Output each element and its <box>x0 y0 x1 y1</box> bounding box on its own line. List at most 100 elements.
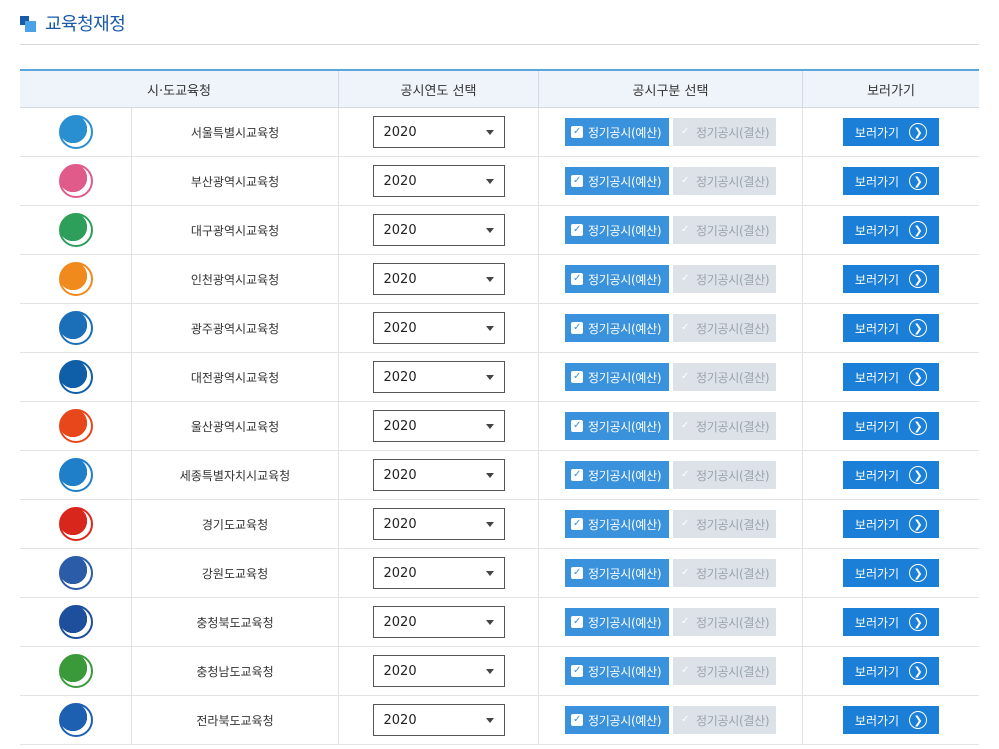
checkmark-icon: ✓ <box>571 273 583 285</box>
arrow-right-circle-icon: ❯ <box>909 711 928 729</box>
settlement-checkbox[interactable]: ✓ 정기공시(결산) <box>673 118 776 146</box>
caret-down-icon <box>485 129 494 135</box>
year-select[interactable]: 2020 <box>372 704 505 736</box>
budget-checkbox[interactable]: ✓ 정기공시(예산) <box>565 559 669 587</box>
go-button[interactable]: 보러가기 ❯ <box>843 265 939 293</box>
caret-down-icon <box>485 570 494 576</box>
type-cell: ✓ 정기공시(예산) ✓ 정기공시(결산) <box>539 304 803 352</box>
header-type: 공시구분 선택 <box>539 71 803 107</box>
settlement-checkbox[interactable]: ✓ 정기공시(결산) <box>673 706 776 734</box>
year-select[interactable]: 2020 <box>372 361 505 393</box>
checkmark-icon: ✓ <box>680 175 690 186</box>
go-button[interactable]: 보러가기 ❯ <box>843 706 939 734</box>
type-cell: ✓ 정기공시(예산) ✓ 정기공시(결산) <box>539 108 803 156</box>
budget-label: 정기공시(예산) <box>588 321 662 336</box>
jeonbuk-edu-logo-icon <box>58 703 93 737</box>
caret-down-icon <box>485 619 494 625</box>
year-select[interactable]: 2020 <box>372 214 505 246</box>
go-button[interactable]: 보러가기 ❯ <box>843 510 939 538</box>
checkmark-icon: ✓ <box>680 714 690 725</box>
budget-checkbox[interactable]: ✓ 정기공시(예산) <box>565 608 669 636</box>
settlement-label: 정기공시(결산) <box>696 125 770 140</box>
settlement-checkbox[interactable]: ✓ 정기공시(결산) <box>673 559 776 587</box>
section-header: 교육청재정 <box>20 8 979 45</box>
settlement-checkbox[interactable]: ✓ 정기공시(결산) <box>673 314 776 342</box>
go-button[interactable]: 보러가기 ❯ <box>843 608 939 636</box>
budget-checkbox[interactable]: ✓ 정기공시(예산) <box>565 216 669 244</box>
checkmark-icon: ✓ <box>571 567 583 579</box>
type-cell: ✓ 정기공시(예산) ✓ 정기공시(결산) <box>539 696 803 744</box>
go-button[interactable]: 보러가기 ❯ <box>843 559 939 587</box>
budget-checkbox[interactable]: ✓ 정기공시(예산) <box>565 314 669 342</box>
budget-label: 정기공시(예산) <box>588 419 662 434</box>
year-select-value: 2020 <box>383 712 417 728</box>
go-button[interactable]: 보러가기 ❯ <box>843 167 939 195</box>
logo-cell <box>20 696 132 744</box>
budget-checkbox[interactable]: ✓ 정기공시(예산) <box>565 265 669 293</box>
table-body: 서울특별시교육청 2020 ✓ 정기공시(예산) ✓ 정기공시(결산) 보러가기 ❯ 부산광역시… <box>20 108 979 745</box>
checkmark-icon: ✓ <box>680 469 690 480</box>
budget-checkbox[interactable]: ✓ 정기공시(예산) <box>565 657 669 685</box>
settlement-checkbox[interactable]: ✓ 정기공시(결산) <box>673 657 776 685</box>
settlement-checkbox[interactable]: ✓ 정기공시(결산) <box>673 265 776 293</box>
checkmark-icon: ✓ <box>571 616 583 628</box>
logo-cell <box>20 255 132 303</box>
chungbuk-edu-logo-icon <box>58 605 93 639</box>
year-select[interactable]: 2020 <box>372 312 505 344</box>
year-select[interactable]: 2020 <box>372 508 505 540</box>
arrow-right-circle-icon: ❯ <box>909 564 928 582</box>
year-cell: 2020 <box>339 353 539 401</box>
budget-checkbox[interactable]: ✓ 정기공시(예산) <box>565 363 669 391</box>
table-row: 서울특별시교육청 2020 ✓ 정기공시(예산) ✓ 정기공시(결산) 보러가기 ❯ <box>20 108 979 157</box>
type-cell: ✓ 정기공시(예산) ✓ 정기공시(결산) <box>539 157 803 205</box>
table-row: 세종특별자치시교육청 2020 ✓ 정기공시(예산) ✓ 정기공시(결산) 보러가기 ❯ <box>20 451 979 500</box>
budget-checkbox[interactable]: ✓ 정기공시(예산) <box>565 510 669 538</box>
year-cell: 2020 <box>339 108 539 156</box>
settlement-checkbox[interactable]: ✓ 정기공시(결산) <box>673 461 776 489</box>
budget-checkbox[interactable]: ✓ 정기공시(예산) <box>565 461 669 489</box>
arrow-right-circle-icon: ❯ <box>909 417 928 435</box>
year-select[interactable]: 2020 <box>372 655 505 687</box>
type-cell: ✓ 정기공시(예산) ✓ 정기공시(결산) <box>539 206 803 254</box>
go-button[interactable]: 보러가기 ❯ <box>843 461 939 489</box>
settlement-label: 정기공시(결산) <box>696 370 770 385</box>
year-select-value: 2020 <box>383 467 417 483</box>
year-select[interactable]: 2020 <box>372 410 505 442</box>
year-select[interactable]: 2020 <box>372 606 505 638</box>
year-cell: 2020 <box>339 304 539 352</box>
settlement-checkbox[interactable]: ✓ 정기공시(결산) <box>673 412 776 440</box>
settlement-checkbox[interactable]: ✓ 정기공시(결산) <box>673 216 776 244</box>
year-select[interactable]: 2020 <box>372 165 505 197</box>
settlement-label: 정기공시(결산) <box>696 664 770 679</box>
year-select-value: 2020 <box>383 516 417 532</box>
budget-checkbox[interactable]: ✓ 정기공시(예산) <box>565 167 669 195</box>
year-select[interactable]: 2020 <box>372 263 505 295</box>
checkmark-icon: ✓ <box>680 616 690 627</box>
caret-down-icon <box>485 423 494 429</box>
logo-cell <box>20 598 132 646</box>
budget-checkbox[interactable]: ✓ 정기공시(예산) <box>565 118 669 146</box>
gwangju-edu-logo-icon <box>58 311 93 345</box>
table-row: 광주광역시교육청 2020 ✓ 정기공시(예산) ✓ 정기공시(결산) 보러가기 ❯ <box>20 304 979 353</box>
go-button[interactable]: 보러가기 ❯ <box>843 216 939 244</box>
year-select[interactable]: 2020 <box>372 557 505 589</box>
table-row: 인천광역시교육청 2020 ✓ 정기공시(예산) ✓ 정기공시(결산) 보러가기 ❯ <box>20 255 979 304</box>
year-select[interactable]: 2020 <box>372 459 505 491</box>
go-button[interactable]: 보러가기 ❯ <box>843 657 939 685</box>
year-select[interactable]: 2020 <box>372 116 505 148</box>
settlement-checkbox[interactable]: ✓ 정기공시(결산) <box>673 167 776 195</box>
go-button[interactable]: 보러가기 ❯ <box>843 363 939 391</box>
budget-checkbox[interactable]: ✓ 정기공시(예산) <box>565 706 669 734</box>
settlement-checkbox[interactable]: ✓ 정기공시(결산) <box>673 363 776 391</box>
settlement-checkbox[interactable]: ✓ 정기공시(결산) <box>673 608 776 636</box>
settlement-checkbox[interactable]: ✓ 정기공시(결산) <box>673 510 776 538</box>
budget-checkbox[interactable]: ✓ 정기공시(예산) <box>565 412 669 440</box>
go-button[interactable]: 보러가기 ❯ <box>843 314 939 342</box>
go-button-label: 보러가기 <box>854 468 900 483</box>
go-button[interactable]: 보러가기 ❯ <box>843 412 939 440</box>
type-cell: ✓ 정기공시(예산) ✓ 정기공시(결산) <box>539 647 803 695</box>
year-cell: 2020 <box>339 255 539 303</box>
go-button[interactable]: 보러가기 ❯ <box>843 118 939 146</box>
go-button-label: 보러가기 <box>854 517 900 532</box>
go-button-label: 보러가기 <box>854 713 900 728</box>
